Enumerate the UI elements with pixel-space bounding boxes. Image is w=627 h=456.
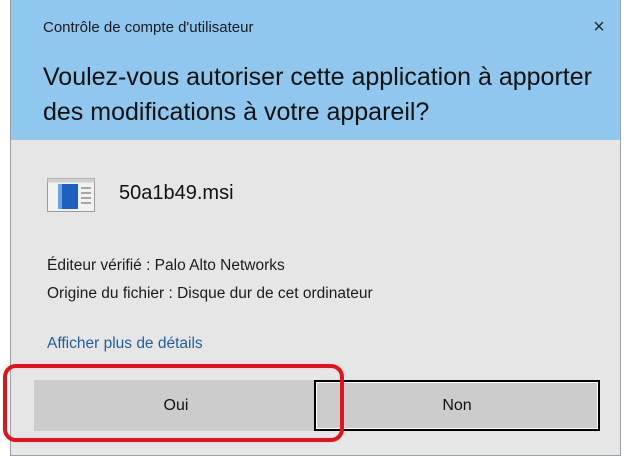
dialog-title: Contrôle de compte d'utilisateur <box>43 19 254 36</box>
app-filename: 50a1b49.msi <box>119 182 234 204</box>
installer-window-icon <box>47 178 95 212</box>
file-origin-info: Origine du fichier : Disque dur de cet o… <box>47 285 373 302</box>
permission-question: Voulez-vous autoriser cette application … <box>43 63 592 126</box>
dialog-header: Contrôle de compte d'utilisateur × Voule… <box>11 0 620 140</box>
publisher-info: Éditeur vérifié : Palo Alto Networks <box>47 257 285 274</box>
show-details-link[interactable]: Afficher plus de détails <box>47 335 203 353</box>
yes-button[interactable]: Oui <box>34 380 318 431</box>
no-button[interactable]: Non <box>314 380 600 431</box>
close-icon[interactable]: × <box>584 12 614 42</box>
